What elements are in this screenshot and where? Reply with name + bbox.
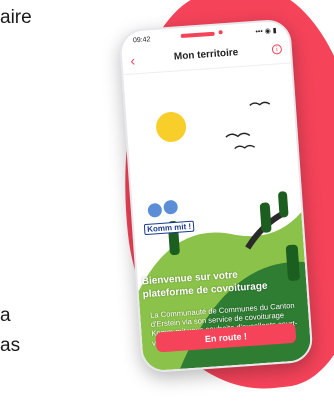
notch-dot [218,30,223,35]
bird-icon [225,132,251,138]
slide-text-mid: a [0,305,11,326]
slide-text-top: aire [0,7,32,28]
bird-icon [234,144,256,150]
komm-mit-logo: Komm mit ! [140,192,197,236]
status-time: 09:42 [132,36,151,45]
info-icon: i [275,46,278,54]
tree-shape [278,191,289,218]
notch-indicator [180,31,215,39]
sun-shape [156,111,187,142]
status-indicators: ••• ◉ ▮ [255,27,277,36]
tree-shape [259,202,272,233]
slide-text-bottom: as [0,335,21,356]
phone-mockup: 09:42 ••• ◉ ▮ ‹ Mon territoire i Komm mi… [118,18,314,374]
bird-icon [249,101,271,106]
